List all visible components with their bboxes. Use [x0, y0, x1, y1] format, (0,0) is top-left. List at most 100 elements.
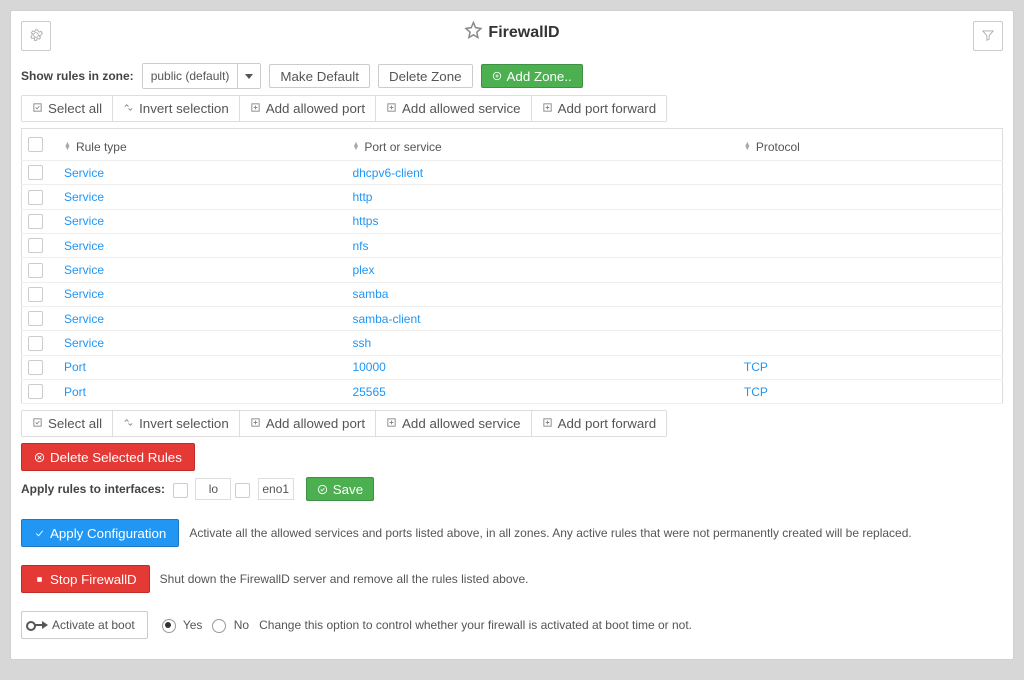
add-port-forward-button[interactable]: Add port forward — [532, 411, 667, 436]
star-icon[interactable] — [464, 21, 482, 44]
row-checkbox[interactable] — [28, 263, 43, 278]
sort-icon: ▲▼ — [744, 143, 751, 151]
rule-type-link[interactable]: Port — [64, 385, 86, 399]
col-port-service[interactable]: ▲▼Port or service — [346, 129, 737, 161]
zone-select[interactable]: public (default) — [142, 63, 262, 89]
boot-yes-radio[interactable] — [162, 619, 176, 633]
zone-select-value[interactable]: public (default) — [143, 64, 238, 88]
row-checkbox[interactable] — [28, 311, 43, 326]
interface-checkbox[interactable] — [173, 483, 188, 498]
delete-zone-button[interactable]: Delete Zone — [378, 64, 473, 88]
activate-at-boot-button[interactable]: Activate at boot — [21, 611, 148, 639]
check-icon — [34, 528, 45, 539]
interface-checkbox[interactable] — [235, 483, 250, 498]
row-checkbox[interactable] — [28, 165, 43, 180]
plus-square-icon — [250, 416, 261, 431]
table-row: Service ssh — [22, 331, 1003, 355]
delete-icon — [34, 452, 45, 463]
rule-type-link[interactable]: Service — [64, 190, 104, 204]
stop-firewalld-button[interactable]: Stop FirewallD — [21, 565, 150, 593]
table-row: Service nfs — [22, 233, 1003, 257]
row-checkbox[interactable] — [28, 238, 43, 253]
row-checkbox[interactable] — [28, 384, 43, 399]
rule-port-link[interactable]: dhcpv6-client — [352, 166, 423, 180]
row-checkbox[interactable] — [28, 190, 43, 205]
interfaces-label: Apply rules to interfaces: — [21, 482, 165, 496]
rule-type-link[interactable]: Service — [64, 239, 104, 253]
rule-port-link[interactable]: plex — [352, 263, 374, 277]
stop-firewalld-desc: Shut down the FirewallD server and remov… — [160, 572, 529, 586]
apply-config-button[interactable]: Apply Configuration — [21, 519, 179, 547]
sort-icon: ▲▼ — [352, 143, 359, 151]
select-all-button[interactable]: Select all — [22, 411, 113, 436]
rule-port-link[interactable]: nfs — [352, 239, 368, 253]
col-protocol[interactable]: ▲▼Protocol — [738, 129, 1003, 161]
check-square-icon — [32, 101, 43, 116]
rule-proto-link[interactable]: TCP — [744, 360, 768, 374]
boot-no-label: No — [234, 618, 249, 632]
plus-square-icon — [542, 416, 553, 431]
rule-proto-link[interactable]: TCP — [744, 385, 768, 399]
apply-config-label: Apply Configuration — [50, 526, 166, 541]
plus-square-icon — [386, 101, 397, 116]
add-allowed-port-button[interactable]: Add allowed port — [240, 411, 376, 436]
rules-table: ▲▼Rule type ▲▼Port or service ▲▼Protocol… — [21, 128, 1003, 404]
save-interfaces-button[interactable]: Save — [306, 477, 374, 501]
rule-type-link[interactable]: Service — [64, 312, 104, 326]
plus-square-icon — [542, 101, 553, 116]
rule-type-link[interactable]: Service — [64, 336, 104, 350]
rule-type-link[interactable]: Service — [64, 166, 104, 180]
zone-label: Show rules in zone: — [21, 69, 134, 83]
add-allowed-service-button[interactable]: Add allowed service — [376, 411, 532, 436]
swap-icon — [123, 416, 134, 431]
rule-port-link[interactable]: http — [352, 190, 372, 204]
row-checkbox[interactable] — [28, 360, 43, 375]
row-checkbox[interactable] — [28, 214, 43, 229]
chevron-down-icon[interactable] — [237, 64, 260, 88]
add-allowed-service-button[interactable]: Add allowed service — [376, 96, 532, 121]
invert-selection-button[interactable]: Invert selection — [113, 96, 240, 121]
page-title: FirewallD — [464, 21, 559, 44]
rule-type-link[interactable]: Service — [64, 287, 104, 301]
rule-port-link[interactable]: samba-client — [352, 312, 420, 326]
table-row: Service https — [22, 209, 1003, 233]
check-square-icon — [32, 416, 43, 431]
rule-port-link[interactable]: samba — [352, 287, 388, 301]
add-zone-button[interactable]: Add Zone.. — [481, 64, 583, 88]
table-row: Service plex — [22, 258, 1003, 282]
rules-toolbar: Select allInvert selectionAdd allowed po… — [21, 95, 667, 122]
rule-type-link[interactable]: Port — [64, 360, 86, 374]
table-row: Service dhcpv6-client — [22, 161, 1003, 185]
filter-button[interactable] — [973, 21, 1003, 51]
row-checkbox[interactable] — [28, 287, 43, 302]
check-circle-icon — [317, 484, 328, 495]
boot-no-radio[interactable] — [212, 619, 226, 633]
interface-name: eno1 — [258, 478, 294, 500]
save-label: Save — [333, 482, 363, 497]
make-default-button[interactable]: Make Default — [269, 64, 370, 88]
table-row: Port 10000 TCP — [22, 355, 1003, 379]
sort-icon: ▲▼ — [64, 143, 71, 151]
add-port-forward-button[interactable]: Add port forward — [532, 96, 667, 121]
stop-firewalld-label: Stop FirewallD — [50, 572, 137, 587]
rule-port-link[interactable]: 10000 — [352, 360, 385, 374]
rule-type-link[interactable]: Service — [64, 214, 104, 228]
col-rule-type[interactable]: ▲▼Rule type — [58, 129, 346, 161]
rule-port-link[interactable]: https — [352, 214, 378, 228]
activate-icon — [34, 624, 46, 626]
add-allowed-port-button[interactable]: Add allowed port — [240, 96, 376, 121]
rule-port-link[interactable]: 25565 — [352, 385, 385, 399]
select-all-button[interactable]: Select all — [22, 96, 113, 121]
invert-selection-button[interactable]: Invert selection — [113, 411, 240, 436]
apply-config-desc: Activate all the allowed services and po… — [189, 526, 911, 540]
rule-port-link[interactable]: ssh — [352, 336, 371, 350]
row-checkbox[interactable] — [28, 336, 43, 351]
rules-toolbar: Select allInvert selectionAdd allowed po… — [21, 410, 667, 437]
activate-at-boot-label: Activate at boot — [52, 618, 135, 632]
select-all-checkbox[interactable] — [28, 137, 43, 152]
delete-selected-button[interactable]: Delete Selected Rules — [21, 443, 195, 471]
filter-icon — [981, 28, 995, 45]
gear-icon — [29, 28, 43, 45]
rule-type-link[interactable]: Service — [64, 263, 104, 277]
settings-button[interactable] — [21, 21, 51, 51]
